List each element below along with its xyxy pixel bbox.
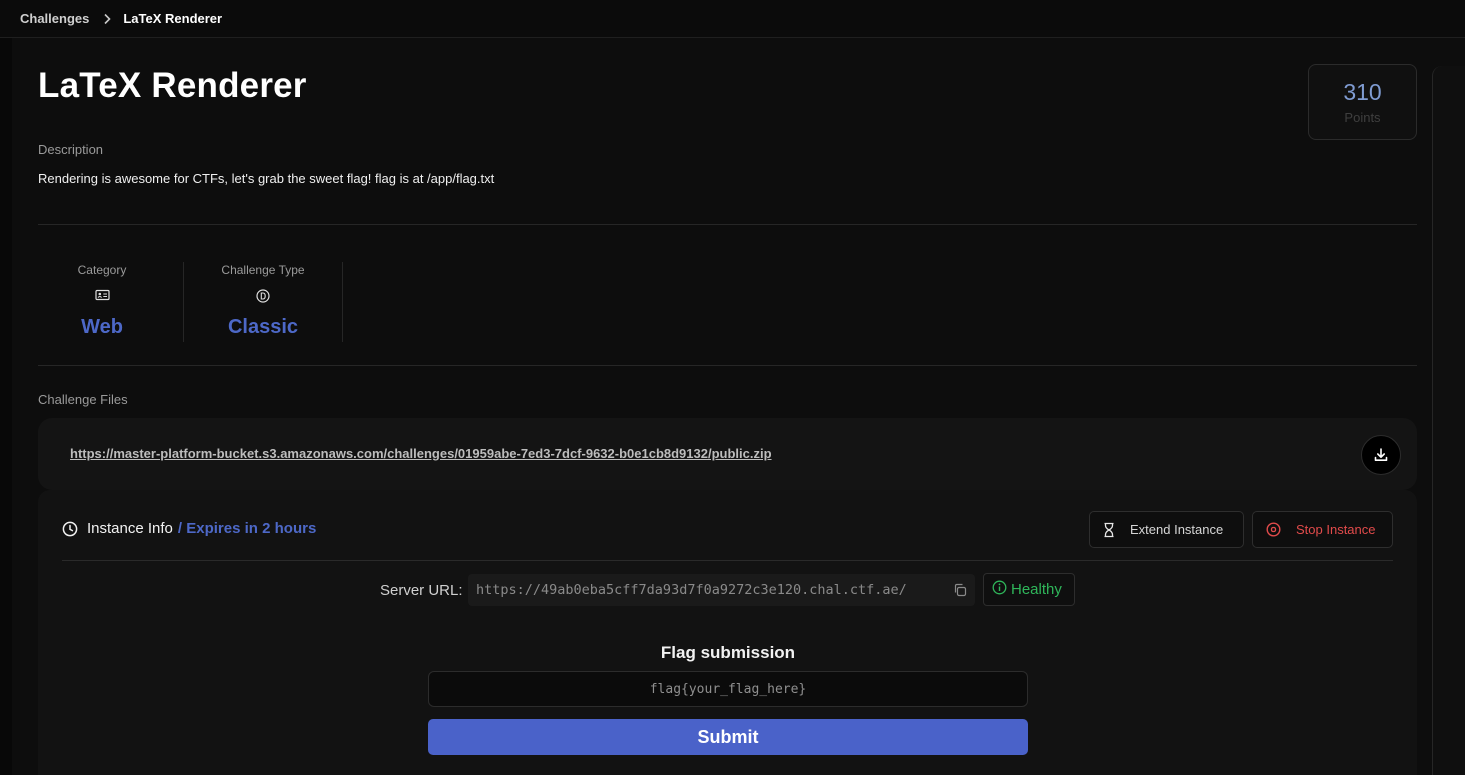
divider [38, 224, 1417, 225]
points-card: 310 Points [1308, 64, 1417, 140]
hourglass-icon [1103, 522, 1115, 538]
points-value: 310 [1343, 79, 1382, 105]
flag-input[interactable] [428, 671, 1028, 707]
submit-button[interactable]: Submit [428, 719, 1028, 755]
stop-instance-label: Stop Instance [1296, 522, 1376, 537]
description-label: Description [38, 142, 104, 157]
circle-d-icon [184, 289, 342, 303]
extend-instance-button[interactable]: Extend Instance [1089, 511, 1244, 548]
extend-instance-label: Extend Instance [1130, 522, 1224, 537]
server-url-value: https://49ab0eba5cff7da93d7f0a9272c3e120… [476, 582, 907, 598]
divider [62, 560, 1393, 561]
instance-info-header: Instance Info / Expires in 2 hours [62, 520, 316, 537]
category-value: Web [81, 316, 123, 338]
points-label: Points [1344, 110, 1381, 125]
file-download-link[interactable]: https://master-platform-bucket.s3.amazon… [70, 446, 772, 461]
health-status-badge: Healthy [983, 573, 1075, 606]
download-button[interactable] [1361, 435, 1401, 475]
health-status-text: Healthy [1011, 581, 1062, 598]
challenge-type-label: Challenge Type [221, 263, 305, 277]
divider [38, 365, 1417, 366]
instance-expiry: / Expires in 2 hours [177, 520, 317, 537]
stop-circle-icon [1266, 522, 1281, 537]
server-url-field[interactable]: https://49ab0eba5cff7da93d7f0a9272c3e120… [468, 574, 975, 606]
challenge-type-block: Challenge Type Classic [183, 262, 343, 342]
side-panel-edge [1432, 66, 1465, 775]
breadcrumb-current: LaTeX Renderer [123, 11, 223, 26]
description-text: Rendering is awesome for CTFs, let's gra… [38, 171, 495, 186]
challenge-files-label: Challenge Files [38, 392, 128, 407]
file-row: https://master-platform-bucket.s3.amazon… [38, 418, 1417, 490]
copy-icon[interactable] [953, 583, 967, 597]
server-url-label: Server URL: [380, 582, 463, 599]
page-title: LaTeX Renderer [38, 66, 307, 105]
breadcrumb-challenges-link[interactable]: Challenges [20, 11, 89, 26]
breadcrumb: Challenges LaTeX Renderer [0, 0, 1465, 38]
category-label: Category [77, 263, 127, 277]
clock-icon [62, 521, 78, 537]
sidebar-edge [0, 38, 12, 775]
stop-instance-button[interactable]: Stop Instance [1252, 511, 1393, 548]
instance-panel: Instance Info / Expires in 2 hours Exten… [38, 490, 1417, 775]
id-card-icon [38, 289, 166, 303]
download-icon [1373, 447, 1389, 463]
chevron-right-icon [103, 13, 111, 25]
info-circle-icon [992, 580, 1007, 595]
flag-submission-title: Flag submission [660, 643, 796, 662]
category-block: Category Web [38, 262, 166, 342]
challenge-type-value: Classic [227, 316, 299, 338]
instance-info-title: Instance Info [87, 520, 173, 537]
